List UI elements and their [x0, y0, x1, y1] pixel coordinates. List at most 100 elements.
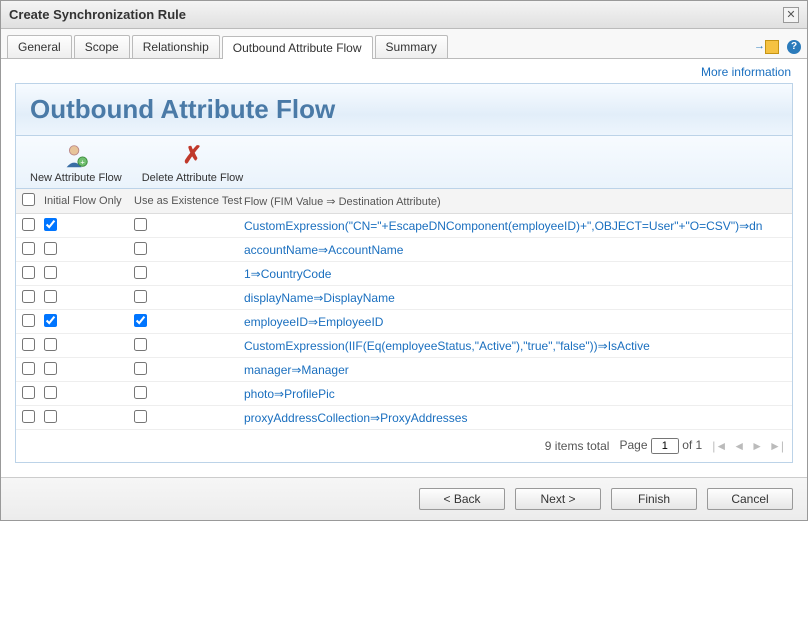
- use-as-existence-test-checkbox[interactable]: [134, 386, 147, 399]
- row-select-checkbox[interactable]: [22, 386, 35, 399]
- row-select-checkbox[interactable]: [22, 266, 35, 279]
- use-as-existence-test-cell: [128, 358, 238, 382]
- row-select-checkbox[interactable]: [22, 290, 35, 303]
- initial-flow-only-cell: [38, 214, 128, 238]
- initial-flow-only-cell: [38, 358, 128, 382]
- tabrow-actions: ?: [765, 40, 801, 58]
- finish-button[interactable]: Finish: [611, 488, 697, 510]
- initial-flow-only-cell: [38, 262, 128, 286]
- initial-flow-only-checkbox[interactable]: [44, 362, 57, 375]
- svg-text:+: +: [80, 157, 85, 166]
- use-as-existence-test-cell: [128, 238, 238, 262]
- row-select-checkbox[interactable]: [22, 242, 35, 255]
- use-as-existence-test-checkbox[interactable]: [134, 314, 147, 327]
- initial-flow-only-checkbox[interactable]: [44, 386, 57, 399]
- table-row[interactable]: accountName⇒AccountName: [16, 238, 792, 262]
- initial-flow-only-checkbox[interactable]: [44, 314, 57, 327]
- delete-attribute-flow-button[interactable]: ✗ Delete Attribute Flow: [142, 142, 244, 184]
- help-icon[interactable]: ?: [787, 40, 801, 54]
- table-header-row: Initial Flow Only Use as Existence Test …: [16, 189, 792, 214]
- footer: < Back Next > Finish Cancel: [1, 477, 807, 520]
- row-select-checkbox[interactable]: [22, 410, 35, 423]
- flow-link[interactable]: accountName⇒AccountName: [238, 238, 792, 262]
- panel-header: Outbound Attribute Flow: [16, 84, 792, 136]
- tab-summary[interactable]: Summary: [375, 35, 448, 58]
- row-select-cell: [16, 214, 38, 238]
- pager-prev-icon[interactable]: ◄: [733, 439, 745, 453]
- pager-first-icon[interactable]: |◄: [712, 439, 727, 453]
- flow-link[interactable]: displayName⇒DisplayName: [238, 286, 792, 310]
- table-row[interactable]: displayName⇒DisplayName: [16, 286, 792, 310]
- initial-flow-only-checkbox[interactable]: [44, 218, 57, 231]
- initial-flow-only-checkbox[interactable]: [44, 410, 57, 423]
- use-as-existence-test-checkbox[interactable]: [134, 290, 147, 303]
- tab-relationship[interactable]: Relationship: [132, 35, 220, 58]
- initial-flow-only-checkbox[interactable]: [44, 266, 57, 279]
- attribute-flow-table: Initial Flow Only Use as Existence Test …: [16, 189, 792, 430]
- table-row[interactable]: photo⇒ProfilePic: [16, 382, 792, 406]
- row-select-checkbox[interactable]: [22, 218, 35, 231]
- table-row[interactable]: proxyAddressCollection⇒ProxyAddresses: [16, 406, 792, 430]
- initial-flow-only-cell: [38, 406, 128, 430]
- initial-flow-only-checkbox[interactable]: [44, 290, 57, 303]
- next-button[interactable]: Next >: [515, 488, 601, 510]
- cancel-button[interactable]: Cancel: [707, 488, 793, 510]
- toolbar-label: Delete Attribute Flow: [142, 172, 244, 184]
- select-all-checkbox[interactable]: [22, 193, 35, 206]
- table-row[interactable]: manager⇒Manager: [16, 358, 792, 382]
- flow-link[interactable]: manager⇒Manager: [238, 358, 792, 382]
- toolbar: + New Attribute Flow ✗ Delete Attribute …: [16, 136, 792, 189]
- row-select-cell: [16, 358, 38, 382]
- row-select-cell: [16, 310, 38, 334]
- tab-general[interactable]: General: [7, 35, 72, 58]
- pager-page-label: Page: [619, 438, 647, 452]
- use-as-existence-test-checkbox[interactable]: [134, 242, 147, 255]
- initial-flow-only-checkbox[interactable]: [44, 338, 57, 351]
- use-as-existence-test-checkbox[interactable]: [134, 362, 147, 375]
- delete-x-icon: ✗: [176, 142, 208, 170]
- row-select-cell: [16, 286, 38, 310]
- more-information-link[interactable]: More information: [701, 65, 791, 79]
- select-all-header: [16, 189, 38, 214]
- tab-scope[interactable]: Scope: [74, 35, 130, 58]
- tab-outbound-attribute-flow[interactable]: Outbound Attribute Flow: [222, 36, 373, 59]
- flow-link[interactable]: proxyAddressCollection⇒ProxyAddresses: [238, 406, 792, 430]
- use-as-existence-test-checkbox[interactable]: [134, 410, 147, 423]
- tab-row: GeneralScopeRelationshipOutbound Attribu…: [1, 29, 807, 59]
- flow-link[interactable]: CustomExpression("CN="+EscapeDNComponent…: [238, 214, 792, 238]
- initial-flow-only-checkbox[interactable]: [44, 242, 57, 255]
- row-select-checkbox[interactable]: [22, 338, 35, 351]
- table-row[interactable]: CustomExpression(IIF(Eq(employeeStatus,"…: [16, 334, 792, 358]
- row-select-checkbox[interactable]: [22, 314, 35, 327]
- table-row[interactable]: 1⇒CountryCode: [16, 262, 792, 286]
- flow-link[interactable]: employeeID⇒EmployeeID: [238, 310, 792, 334]
- use-as-existence-test-cell: [128, 334, 238, 358]
- use-as-existence-test-checkbox[interactable]: [134, 218, 147, 231]
- content: Outbound Attribute Flow + New Attribute …: [1, 83, 807, 477]
- window-title: Create Synchronization Rule: [9, 7, 186, 22]
- use-as-existence-test-checkbox[interactable]: [134, 266, 147, 279]
- pager-page-input[interactable]: [651, 438, 679, 454]
- table-row[interactable]: employeeID⇒EmployeeID: [16, 310, 792, 334]
- toolbar-label: New Attribute Flow: [30, 172, 122, 184]
- flow-link[interactable]: photo⇒ProfilePic: [238, 382, 792, 406]
- flow-link[interactable]: CustomExpression(IIF(Eq(employeeStatus,"…: [238, 334, 792, 358]
- pager-next-icon[interactable]: ►: [751, 439, 763, 453]
- col-flow: Flow (FIM Value ⇒ Destination Attribute): [238, 189, 792, 214]
- row-select-checkbox[interactable]: [22, 362, 35, 375]
- use-as-existence-test-cell: [128, 406, 238, 430]
- back-button[interactable]: < Back: [419, 488, 505, 510]
- pager: 9 items total Page of 1 |◄ ◄ ► ►|: [16, 430, 792, 462]
- initial-flow-only-cell: [38, 334, 128, 358]
- new-attribute-flow-button[interactable]: + New Attribute Flow: [30, 142, 122, 184]
- use-as-existence-test-checkbox[interactable]: [134, 338, 147, 351]
- panel-title: Outbound Attribute Flow: [30, 94, 778, 125]
- pager-page-group: Page of 1: [619, 438, 702, 454]
- close-icon[interactable]: ✕: [783, 7, 799, 23]
- pager-total: 9 items total: [545, 439, 610, 453]
- clipboard-icon[interactable]: [765, 40, 779, 54]
- flow-link[interactable]: 1⇒CountryCode: [238, 262, 792, 286]
- table-row[interactable]: CustomExpression("CN="+EscapeDNComponent…: [16, 214, 792, 238]
- pager-last-icon[interactable]: ►|: [769, 439, 784, 453]
- col-initial-flow-only: Initial Flow Only: [38, 189, 128, 214]
